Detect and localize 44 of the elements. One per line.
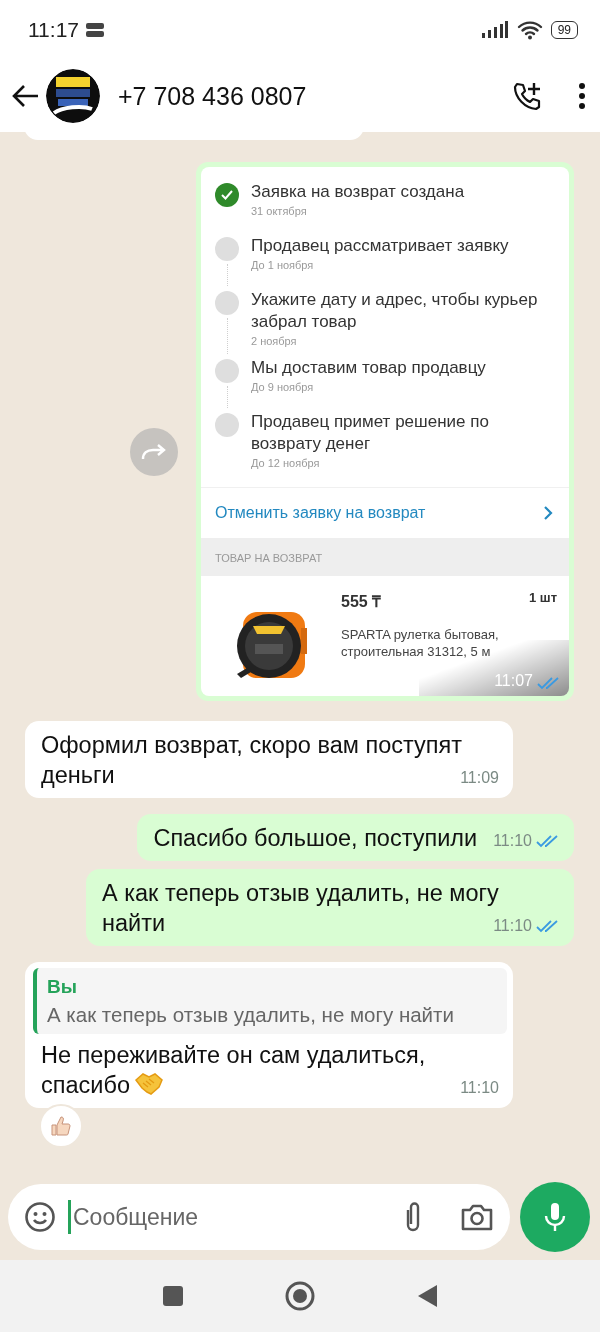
- message-time: 11:10: [493, 918, 532, 934]
- message-text: Не переживайте он сам удалиться, спасибо: [41, 1042, 426, 1098]
- product-name: SPARTA рулетка бытовая, строительная 31312, 5 м: [341, 626, 500, 660]
- home-icon[interactable]: [284, 1280, 316, 1312]
- message-time: 11:09: [460, 770, 499, 786]
- step-date: До 12 ноября: [251, 457, 321, 469]
- step-date: 2 ноября: [251, 335, 298, 347]
- step-title: Продавец примет решение по возврату денег: [251, 411, 490, 455]
- add-call-icon[interactable]: [512, 81, 542, 111]
- battery-indicator: 99: [550, 21, 578, 39]
- wifi-icon: [516, 20, 543, 40]
- message-time: 11:07: [494, 672, 533, 690]
- emoji-icon[interactable]: [24, 1201, 56, 1233]
- section-label: ТОВАР НА ВОЗВРАТ: [215, 552, 323, 564]
- back-arrow-icon[interactable]: [10, 83, 40, 109]
- contact-title[interactable]: +7 708 436 0807: [118, 81, 307, 111]
- microphone-icon: [544, 1202, 566, 1232]
- status-time: 11:17: [28, 18, 79, 42]
- step-date: 31 октября: [251, 205, 308, 217]
- message-bar[interactable]: Сообщение: [8, 1184, 510, 1250]
- recents-icon[interactable]: [162, 1285, 184, 1307]
- step-title: Заявка на возврат создана: [251, 181, 466, 203]
- message-text: Оформил возврат, скоро вам поступят деньги: [41, 732, 462, 788]
- camera-icon[interactable]: [460, 1202, 494, 1232]
- product-price: 555 ₸: [341, 592, 382, 612]
- chevron-icon: [543, 505, 553, 521]
- message-time: 11:10: [460, 1080, 499, 1096]
- signal-icon: [480, 21, 509, 39]
- back-icon[interactable]: [416, 1284, 438, 1308]
- step-title: Продавец рассматривает заявку: [251, 235, 510, 257]
- quote-author: Вы: [47, 975, 78, 999]
- quoted-message[interactable]: Вы А как теперь отзыв удалить, не могу найти: [33, 968, 507, 1034]
- message-field[interactable]: Сообщение: [68, 1200, 390, 1234]
- notification-icon: [85, 22, 105, 38]
- step-date: До 1 ноября: [251, 259, 315, 271]
- menu-icon[interactable]: [578, 83, 586, 109]
- step-date: До 9 ноября: [251, 381, 315, 393]
- forward-icon: [141, 442, 167, 461]
- message-time: 11:10: [493, 833, 532, 849]
- step-title: Мы доставим товар продавцу: [251, 357, 487, 379]
- product-quantity: 1 шт: [528, 590, 557, 607]
- step-title: Укажите дату и адрес, чтобы курьер забрал товар: [251, 289, 539, 333]
- message-text: Спасибо большое, поступили: [153, 825, 478, 851]
- quote-text: А как теперь отзыв удалить, не могу найти: [47, 1002, 455, 1028]
